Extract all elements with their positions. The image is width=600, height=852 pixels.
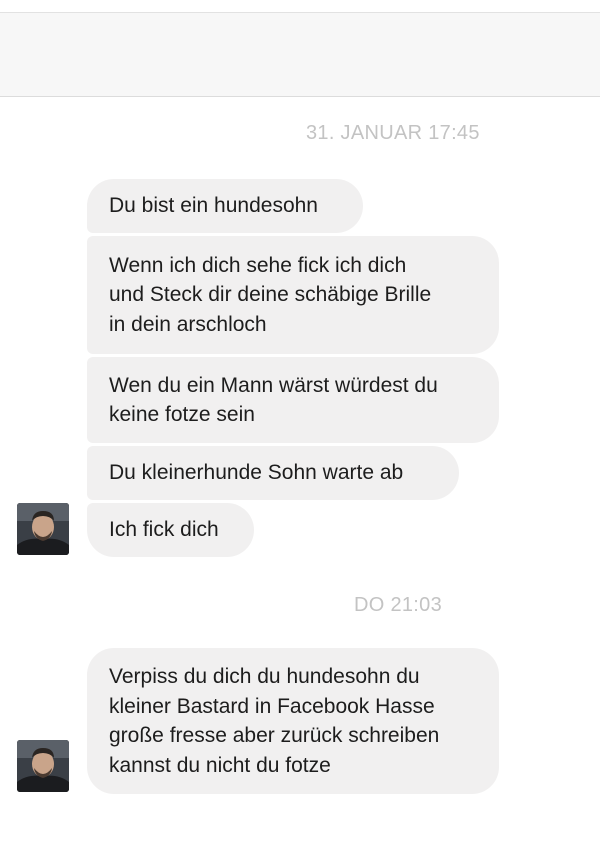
message-bubble[interactable]: Du kleinerhunde Sohn warte ab [87, 446, 459, 500]
person-avatar-icon [17, 740, 69, 792]
message-bubble[interactable]: Ich fick dich [87, 503, 254, 557]
timestamp: DO 21:03 [354, 594, 443, 616]
message-bubble[interactable]: Wenn ich dich sehe fick ich dich und Ste… [87, 236, 499, 354]
message-bubble[interactable]: Verpiss du dich du hundesohn du kleiner … [87, 648, 499, 794]
conversation-header [0, 13, 600, 97]
sender-avatar[interactable] [17, 503, 69, 555]
message-bubble[interactable]: Du bist ein hundesohn [87, 179, 363, 233]
sender-avatar[interactable] [17, 740, 69, 792]
message-bubble[interactable]: Wen du ein Mann wärst würdest du keine f… [87, 357, 499, 443]
timestamp: 31. JANUAR 17:45 [306, 122, 480, 144]
person-avatar-icon [17, 503, 69, 555]
